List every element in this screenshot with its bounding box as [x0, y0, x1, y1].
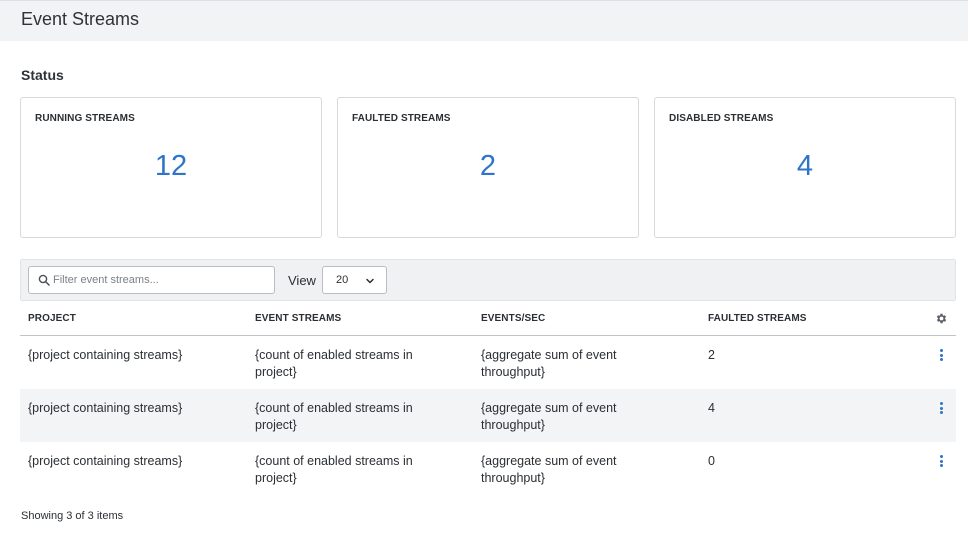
search-box[interactable] [28, 266, 275, 294]
card-value: 4 [796, 150, 814, 182]
kebab-menu-icon[interactable] [940, 402, 944, 414]
pagination-summary: Showing 3 of 3 items [21, 510, 124, 522]
column-header-event-streams[interactable]: EVENT STREAMS [255, 313, 341, 324]
faulted-streams-card: FAULTED STREAMS 2 [337, 97, 639, 238]
page-header: Event Streams [0, 0, 968, 41]
view-label: View [288, 273, 316, 288]
page-size-value: 20 [336, 274, 349, 286]
cell-project: {project containing streams} [28, 454, 183, 468]
table-header: PROJECT EVENT STREAMS EVENTS/SEC FAULTED… [20, 302, 956, 336]
column-header-project[interactable]: PROJECT [28, 313, 76, 324]
cell-faulted-streams: 2 [708, 348, 715, 362]
page-title: Event Streams [21, 9, 140, 29]
cell-project: {project containing streams} [28, 348, 183, 362]
cell-event-streams: {count of enabled streams in project} [255, 348, 413, 379]
chevron-down-icon [366, 278, 374, 284]
card-label: DISABLED STREAMS [669, 113, 774, 124]
table-row[interactable]: {project containing streams} {count of e… [20, 336, 956, 389]
cell-faulted-streams: 4 [708, 401, 715, 415]
cell-events-sec: {aggregate sum of event throughput} [481, 348, 617, 379]
cell-events-sec: {aggregate sum of event throughput} [481, 401, 617, 432]
page-size-select[interactable]: 20 [322, 266, 387, 294]
kebab-menu-icon[interactable] [940, 349, 944, 361]
table-toolbar: View 20 [20, 259, 956, 301]
running-streams-card: RUNNING STREAMS 12 [20, 97, 322, 238]
cell-events-sec: {aggregate sum of event throughput} [481, 454, 617, 485]
card-label: RUNNING STREAMS [35, 113, 135, 124]
card-value: 2 [479, 150, 497, 182]
column-header-faulted-streams[interactable]: FAULTED STREAMS [708, 313, 807, 324]
table-row[interactable]: {project containing streams} {count of e… [20, 442, 956, 495]
search-icon [38, 274, 50, 286]
kebab-menu-icon[interactable] [940, 455, 944, 467]
card-value: 12 [154, 150, 188, 182]
cell-event-streams: {count of enabled streams in project} [255, 401, 413, 432]
cell-project: {project containing streams} [28, 401, 183, 415]
event-streams-table: PROJECT EVENT STREAMS EVENTS/SEC FAULTED… [20, 302, 956, 495]
search-input[interactable] [53, 267, 268, 293]
card-label: FAULTED STREAMS [352, 113, 451, 124]
cell-faulted-streams: 0 [708, 454, 715, 468]
column-header-events-sec[interactable]: EVENTS/SEC [481, 313, 545, 324]
cell-event-streams: {count of enabled streams in project} [255, 454, 413, 485]
disabled-streams-card: DISABLED STREAMS 4 [654, 97, 956, 238]
gear-icon[interactable] [935, 312, 948, 325]
status-section-title: Status [21, 67, 64, 83]
table-row[interactable]: {project containing streams} {count of e… [20, 389, 956, 442]
